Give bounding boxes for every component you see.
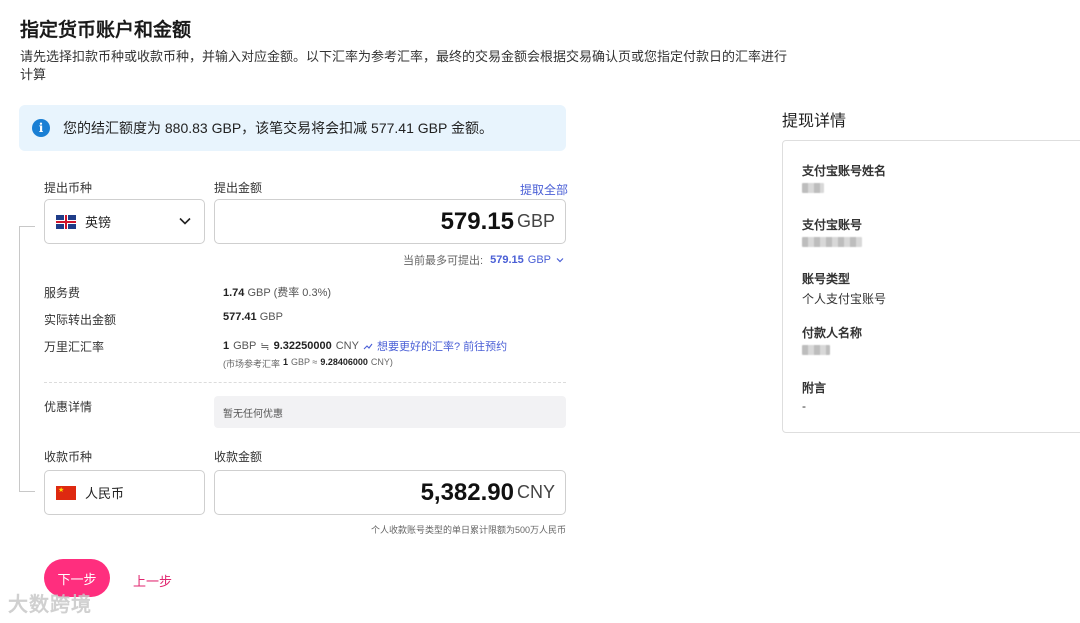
receive-currency-select[interactable]: ★ 人民币 [44,470,205,515]
rate-symbol: ≒ [260,340,270,353]
actual-amount-value: 577.41 GBP [223,311,283,323]
account-type-label: 账号类型 [802,272,851,286]
service-fee-value: 1.74 GBP (费率 0.3%) [223,284,331,300]
receive-currency-label: 收款币种 [44,450,93,464]
details-card: 支付宝账号姓名 支付宝账号 账号类型 个人支付宝账号 付款人名称 附言 - [782,140,1080,433]
section-divider [44,382,566,383]
alipay-account-masked [802,237,862,247]
exchange-rate-value: 1 GBP ≒ 9.32250000 CNY 想要更好的汇率? 前往预约 [223,338,507,354]
trend-icon [363,343,373,350]
alipay-name-masked [802,183,824,193]
service-fee-currency: GBP [247,287,271,299]
rate-base: 1 [223,340,230,352]
note-label: 附言 [802,381,827,395]
actual-currency: GBP [259,311,283,323]
market-rate-note: (市场参考汇率 1 GBP ≈ 9.28406000 CNY) [223,357,393,370]
promo-label: 优惠详情 [44,400,93,414]
promo-detail-box: 暂无任何优惠 [214,396,566,428]
notice-text: 您的结汇额度为 880.83 GBP，该笔交易将会扣减 577.41 GBP 金… [63,120,493,136]
details-title: 提现详情 [782,113,847,130]
page-title: 指定货币账户和金额 [20,20,192,41]
chevron-down-icon[interactable] [555,255,565,265]
watermark: 大数跨境 [8,594,92,616]
receive-amount-currency: CNY [516,482,555,502]
withdraw-currency-select[interactable]: 英镑 [44,199,205,244]
payer-name-label: 付款人名称 [802,326,863,340]
uk-flag-icon [56,214,76,229]
market-rate-suffix: CNY) [370,357,393,367]
receive-limit-hint: 个人收款账号类型的单日累计限额为500万人民币 [370,525,566,535]
withdraw-all-link[interactable]: 提取全部 [520,181,568,198]
actual-amount-label: 实际转出金额 [44,313,117,327]
bracket-line [19,226,35,492]
alipay-account-label: 支付宝账号 [802,218,863,232]
market-rate-value: 9.28406000 [320,357,368,367]
market-rate-prefix: (市场参考汇率 [223,359,280,369]
prev-button[interactable]: 上一步 [133,571,172,590]
receive-amount-input[interactable]: 5,382.90 CNY [214,470,566,515]
better-rate-link[interactable]: 想要更好的汇率? 前往预约 [377,338,507,354]
receive-amount-value: 5,382.90 [420,478,514,506]
max-withdraw-hint: 当前最多可提出: 579.15 GBP [403,252,565,268]
chevron-down-icon [179,217,191,225]
withdraw-amount-currency: GBP [516,211,555,231]
max-hint-label: 当前最多可提出: [403,255,484,267]
actual-amount: 577.41 [223,311,257,323]
receive-currency-value: 人民币 [85,486,125,501]
note-value: - [802,399,806,413]
quota-notice: i 您的结汇额度为 880.83 GBP，该笔交易将会扣减 577.41 GBP… [19,105,566,151]
withdraw-currency-value: 英镑 [85,215,112,230]
exchange-rate-label: 万里汇汇率 [44,340,105,354]
page-description: 请先选择扣款币种或收款币种，并输入对应金额。以下汇率为参考汇率，最终的交易金额会… [20,49,788,82]
max-hint-value: 579.15 [490,254,524,266]
payer-name-masked [802,345,830,355]
rate-base-currency: GBP [233,340,257,352]
service-fee-rate: (费率 0.3%) [273,287,332,299]
market-rate-mid: GBP ≈ [291,357,318,367]
max-hint-currency: GBP [527,254,551,266]
alipay-name-label: 支付宝账号姓名 [802,164,887,178]
rate-value: 9.32250000 [273,340,332,352]
service-fee-amount: 1.74 [223,287,245,299]
info-icon: i [32,119,50,137]
market-rate-base: 1 [283,357,289,367]
rate-value-currency: CNY [335,340,359,352]
withdraw-amount-value: 579.15 [440,207,514,235]
receive-amount-label: 收款金额 [214,450,263,464]
service-fee-label: 服务费 [44,286,81,300]
cn-flag-icon: ★ [56,485,76,500]
account-type-value: 个人支付宝账号 [802,292,887,306]
withdraw-amount-input[interactable]: 579.15 GBP [214,199,566,244]
withdraw-currency-label: 提出币种 [44,181,93,195]
withdraw-amount-label: 提出金额 [214,181,263,195]
